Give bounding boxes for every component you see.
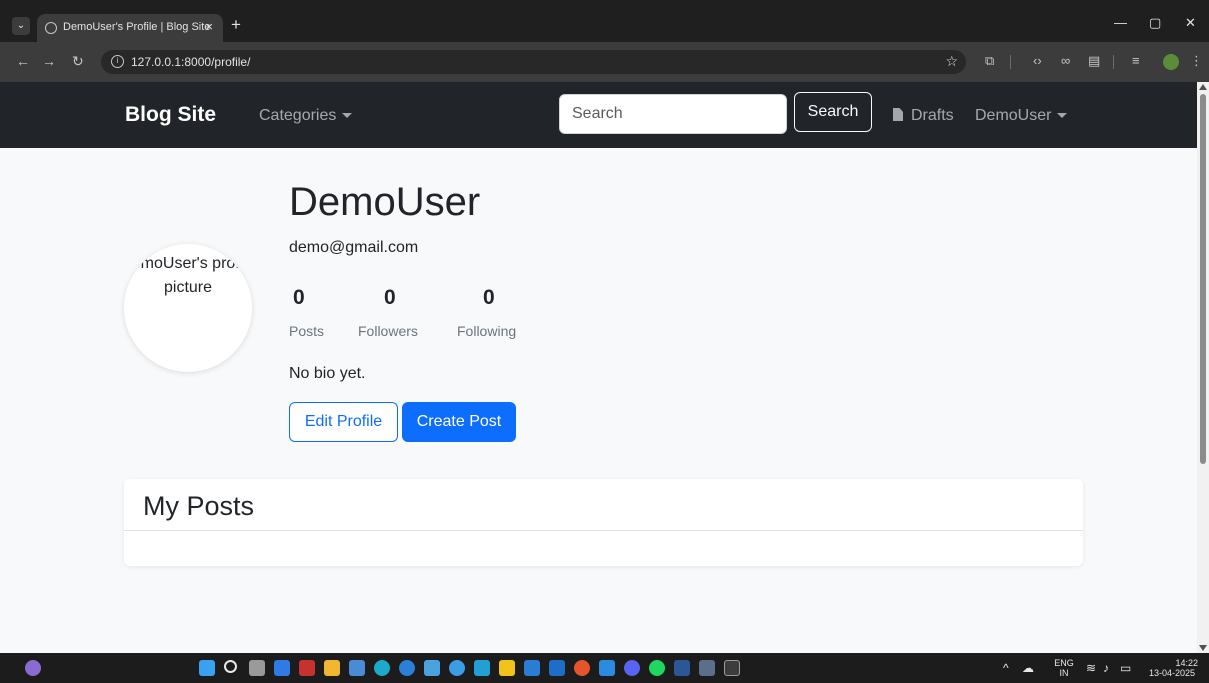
user-menu-dropdown[interactable]: DemoUser [975, 107, 1068, 125]
search-icon[interactable] [224, 660, 237, 673]
onedrive-icon[interactable]: ☁ [1022, 661, 1034, 675]
notification-badge-icon[interactable] [25, 660, 41, 676]
chrome-icon[interactable] [574, 660, 590, 676]
caret-down-icon [1057, 113, 1068, 119]
language-indicator[interactable]: ENG IN [1052, 658, 1076, 678]
store-icon[interactable] [349, 660, 365, 676]
spotify-icon[interactable] [649, 660, 665, 676]
devtools-icon[interactable]: ‹› [1033, 53, 1042, 68]
sticky-notes-icon[interactable] [499, 660, 515, 676]
categories-dropdown[interactable]: Categories [259, 107, 353, 125]
followers-label: Followers [358, 323, 418, 339]
tab-search-icon[interactable]: ⌄ [12, 17, 30, 35]
page-scrollbar[interactable] [1197, 82, 1209, 653]
word-icon[interactable] [674, 660, 690, 676]
discord-icon[interactable] [624, 660, 640, 676]
file-explorer-icon[interactable] [324, 660, 340, 676]
browser-profile-avatar[interactable] [1163, 54, 1179, 70]
task-view-icon[interactable] [249, 660, 265, 676]
globe-icon [45, 22, 57, 34]
address-toolbar: ← → ↻ i 127.0.0.1:8000/profile/ ☆ ⧉ ‹› ∞… [0, 42, 1209, 82]
edge-icon[interactable] [374, 660, 390, 676]
profile-email: demo@gmail.com [289, 239, 419, 256]
notepad-icon[interactable] [424, 660, 440, 676]
language-top: ENG [1054, 658, 1074, 668]
following-count: 0 [483, 286, 495, 309]
create-post-button[interactable]: Create Post [402, 402, 516, 442]
snipping-tool-icon[interactable] [699, 660, 715, 676]
posts-label: Posts [289, 323, 325, 339]
battery-icon[interactable]: ▭ [1120, 661, 1131, 675]
avatar-alt-text: DemoUser's profile picture [124, 255, 252, 296]
wifi-icon[interactable]: ≋ [1086, 661, 1096, 675]
site-info-icon[interactable]: i [111, 55, 124, 68]
toolbar-divider [1010, 55, 1011, 69]
my-posts-header: My Posts [124, 479, 1083, 531]
url-bar[interactable]: i 127.0.0.1:8000/profile/ ☆ [101, 50, 966, 74]
extensions-icon[interactable]: ⧉ [985, 53, 994, 69]
browser-menu-icon[interactable]: ⋮ [1190, 53, 1203, 69]
browser-tab[interactable]: DemoUser's Profile | Blog Site × [37, 14, 223, 42]
clock-date: 13-04-2025 [1148, 668, 1196, 678]
restore-button[interactable]: ▢ [1149, 15, 1161, 31]
language-bottom: IN [1059, 668, 1069, 678]
widgets-icon[interactable] [274, 660, 290, 676]
following-label: Following [457, 323, 517, 339]
site-brand[interactable]: Blog Site [125, 103, 216, 127]
tab-close-icon[interactable]: × [205, 19, 213, 34]
user-menu-label: DemoUser [975, 107, 1052, 124]
scroll-down-icon[interactable] [1199, 645, 1207, 651]
document-icon [893, 108, 903, 121]
edit-profile-button[interactable]: Edit Profile [289, 402, 398, 442]
profile-username: DemoUser [289, 180, 481, 224]
url-text[interactable]: 127.0.0.1:8000/profile/ [131, 55, 250, 69]
search-input[interactable] [559, 94, 787, 134]
clock[interactable]: 14:22 13-04-2025 [1142, 658, 1202, 678]
drafts-label: Drafts [911, 107, 954, 124]
my-posts-card: My Posts [124, 479, 1083, 566]
forward-arrow-icon[interactable]: → [42, 53, 56, 69]
clock-time: 14:22 [1175, 658, 1198, 668]
search-button[interactable]: Search [794, 92, 872, 132]
tab-title: DemoUser's Profile | Blog Site [63, 21, 211, 33]
outlook-icon[interactable] [524, 660, 540, 676]
link-icon[interactable]: ∞ [1061, 53, 1070, 68]
volume-icon[interactable]: ♪ [1103, 661, 1109, 675]
posts-count: 0 [293, 286, 305, 309]
terminal-icon[interactable] [724, 660, 740, 676]
profile-bio: No bio yet. [289, 365, 366, 382]
windows-taskbar: ^ ☁ ENG IN ≋ ♪ ▭ 14:22 13-04-2025 [0, 653, 1209, 683]
toolbar-divider [1113, 55, 1114, 69]
back-arrow-icon[interactable]: ← [16, 53, 30, 69]
drafts-link[interactable]: Drafts [893, 107, 954, 125]
scroll-up-icon[interactable] [1199, 84, 1207, 90]
app-icon[interactable] [474, 660, 490, 676]
browser-tab-bar: ⌄ DemoUser's Profile | Blog Site × + — ▢… [0, 0, 1209, 42]
mcafee-icon[interactable] [299, 660, 315, 676]
vscode-icon[interactable] [599, 660, 615, 676]
site-navbar: Blog Site Categories Search Drafts DemoU… [0, 82, 1197, 148]
my-posts-title: My Posts [143, 491, 255, 521]
close-window-button[interactable]: ✕ [1185, 15, 1196, 31]
scroll-thumb[interactable] [1200, 94, 1206, 464]
avatar: DemoUser's profile picture [124, 244, 252, 372]
new-tab-button[interactable]: + [231, 15, 241, 35]
caret-down-icon [342, 113, 353, 119]
followers-count: 0 [384, 286, 396, 309]
chevron-up-icon[interactable]: ^ [1003, 661, 1009, 675]
copilot-icon[interactable] [449, 660, 465, 676]
reading-mode-icon[interactable]: ▤ [1088, 53, 1100, 69]
media-queue-icon[interactable]: ≡ [1132, 53, 1140, 68]
windows-start-icon[interactable] [199, 660, 215, 676]
categories-label: Categories [259, 107, 337, 124]
bookmark-star-icon[interactable]: ☆ [945, 53, 958, 70]
reload-icon[interactable]: ↻ [72, 53, 84, 70]
mail-icon[interactable] [549, 660, 565, 676]
app-icon[interactable] [399, 660, 415, 676]
minimize-button[interactable]: — [1114, 15, 1127, 30]
